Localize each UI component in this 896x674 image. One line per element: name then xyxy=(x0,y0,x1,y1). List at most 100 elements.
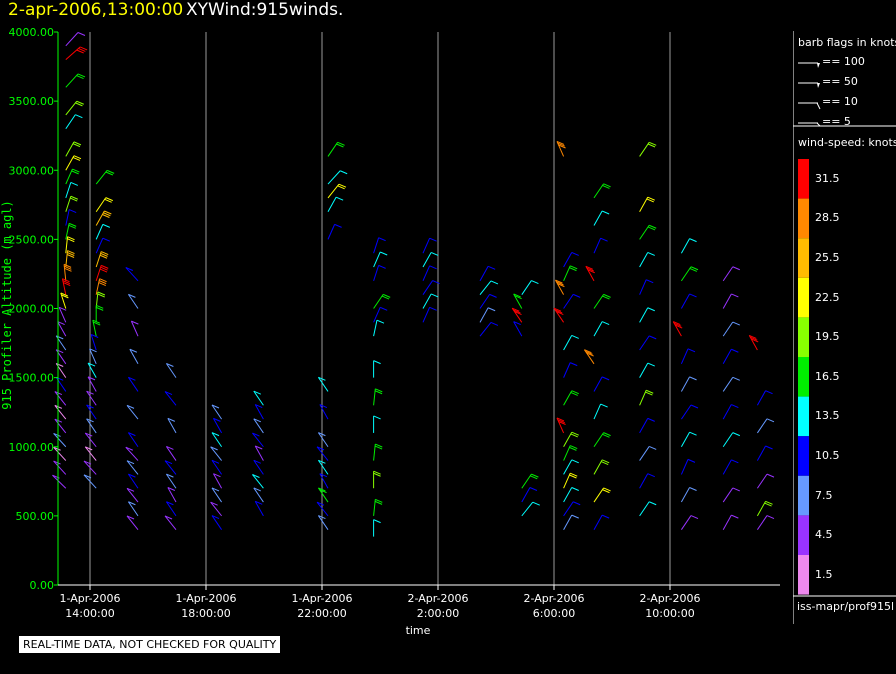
y-tick-label: 1500.00 xyxy=(9,372,55,385)
wind-barb xyxy=(422,265,437,282)
wind-barb xyxy=(672,321,683,337)
wind-barb xyxy=(563,487,579,503)
wind-barb xyxy=(585,265,596,282)
speed-color-swatch xyxy=(798,515,809,555)
wind-barb xyxy=(65,73,86,88)
speed-legend-label: 7.5 xyxy=(815,488,833,502)
wind-barb xyxy=(639,473,655,489)
barb-legend-label: == 5 xyxy=(822,115,851,128)
wind-barb xyxy=(639,501,657,517)
x-tick-time: 2:00:00 xyxy=(417,607,459,620)
speed-color-swatch xyxy=(798,277,809,318)
wind-barb xyxy=(65,250,75,268)
wind-barb xyxy=(127,432,139,448)
wind-barb xyxy=(373,470,381,489)
wind-barb xyxy=(722,404,739,420)
wind-barb xyxy=(563,459,579,475)
speed-color-swatch xyxy=(798,317,809,357)
wind-barb xyxy=(373,293,391,309)
wind-barb xyxy=(513,321,523,337)
wind-barb xyxy=(680,238,697,254)
wind-barb xyxy=(164,460,177,475)
wind-barb xyxy=(86,404,97,420)
wind-barb xyxy=(639,224,657,240)
wind-barb xyxy=(63,263,72,281)
wind-barb xyxy=(479,321,499,337)
wind-barb xyxy=(95,169,115,185)
wind-barb xyxy=(210,501,222,517)
wind-barb xyxy=(127,501,139,517)
wind-barb xyxy=(167,487,177,503)
x-tick-date: 2-Apr-2006 xyxy=(407,592,468,605)
wind-barb xyxy=(164,515,177,531)
wind-barb xyxy=(53,432,67,448)
y-tick-label: 3500.00 xyxy=(9,95,55,108)
wind-barb xyxy=(422,237,437,254)
wind-barb xyxy=(722,348,739,365)
wind-barb xyxy=(479,293,497,309)
wind-barb xyxy=(86,418,97,434)
wind-barb xyxy=(126,515,139,531)
wind-barb xyxy=(65,32,86,47)
wind-barb xyxy=(680,404,699,420)
wind-barb xyxy=(748,334,759,351)
wind-barb xyxy=(90,334,99,351)
speed-color-swatch xyxy=(798,159,809,199)
speed-legend-label: 13.5 xyxy=(815,409,840,423)
wind-barb xyxy=(422,252,439,268)
wind-barb xyxy=(127,376,139,392)
wind-barb xyxy=(680,376,697,392)
wind-barb xyxy=(127,293,139,309)
wind-barb xyxy=(327,141,345,157)
wind-barb xyxy=(593,321,610,337)
wind-barb xyxy=(53,446,67,461)
wind-barb xyxy=(126,404,139,420)
wind-barb xyxy=(722,293,739,309)
speed-color-swatch xyxy=(798,436,809,476)
speed-color-swatch xyxy=(798,238,809,278)
wind-barb xyxy=(373,319,385,337)
wind-barb xyxy=(639,362,655,378)
wind-barb xyxy=(165,501,177,517)
wind-barb xyxy=(65,209,77,226)
speed-legend-label: 16.5 xyxy=(815,369,840,383)
speed-legend-label: 10.5 xyxy=(815,449,840,462)
wind-barb xyxy=(639,141,657,157)
wind-barb xyxy=(593,514,610,530)
wind-barb xyxy=(95,223,111,240)
axes: 4000.00 3500.00 3000.00 2500.00 2000.00 1500.… xyxy=(0,26,780,637)
y-tick-label: 2000.00 xyxy=(9,303,55,316)
wind-barb xyxy=(65,155,82,171)
wind-barb xyxy=(521,487,538,503)
wind-barb xyxy=(65,100,84,116)
wind-barb xyxy=(54,404,67,420)
wind-barb xyxy=(756,500,773,517)
wind-barb xyxy=(722,487,740,503)
wind-barb xyxy=(593,293,611,309)
barb-legend-symbol xyxy=(798,62,820,68)
barb-legend-symbol xyxy=(798,82,820,88)
wind-barb xyxy=(555,279,565,295)
wind-barb xyxy=(639,389,654,406)
y-axis-title: 915 Profiler Altitude (m agl) xyxy=(0,200,14,410)
wind-barb xyxy=(95,237,111,254)
wind-barb xyxy=(327,223,342,240)
wind-barb xyxy=(479,307,496,323)
wind-barb xyxy=(65,46,88,61)
y-tick-label: 3000.00 xyxy=(9,164,55,177)
wind-barb xyxy=(95,304,104,323)
wind-barb xyxy=(327,196,344,212)
wind-barb xyxy=(57,321,67,337)
speed-legend-label: 19.5 xyxy=(815,330,840,344)
wind-barb xyxy=(373,237,386,254)
wind-barb xyxy=(563,362,578,378)
wind-barb xyxy=(373,498,383,516)
wind-barb-chart: 4000.00 3500.00 3000.00 2500.00 2000.00 1500.… xyxy=(0,26,780,637)
wind-barb xyxy=(253,487,264,503)
wind-barb xyxy=(521,473,539,489)
barb-legend-symbol xyxy=(798,102,821,110)
y-tick-label: 0.00 xyxy=(30,579,55,592)
wind-barb xyxy=(254,404,264,420)
wind-barb xyxy=(563,265,578,282)
wind-barb xyxy=(556,417,566,434)
